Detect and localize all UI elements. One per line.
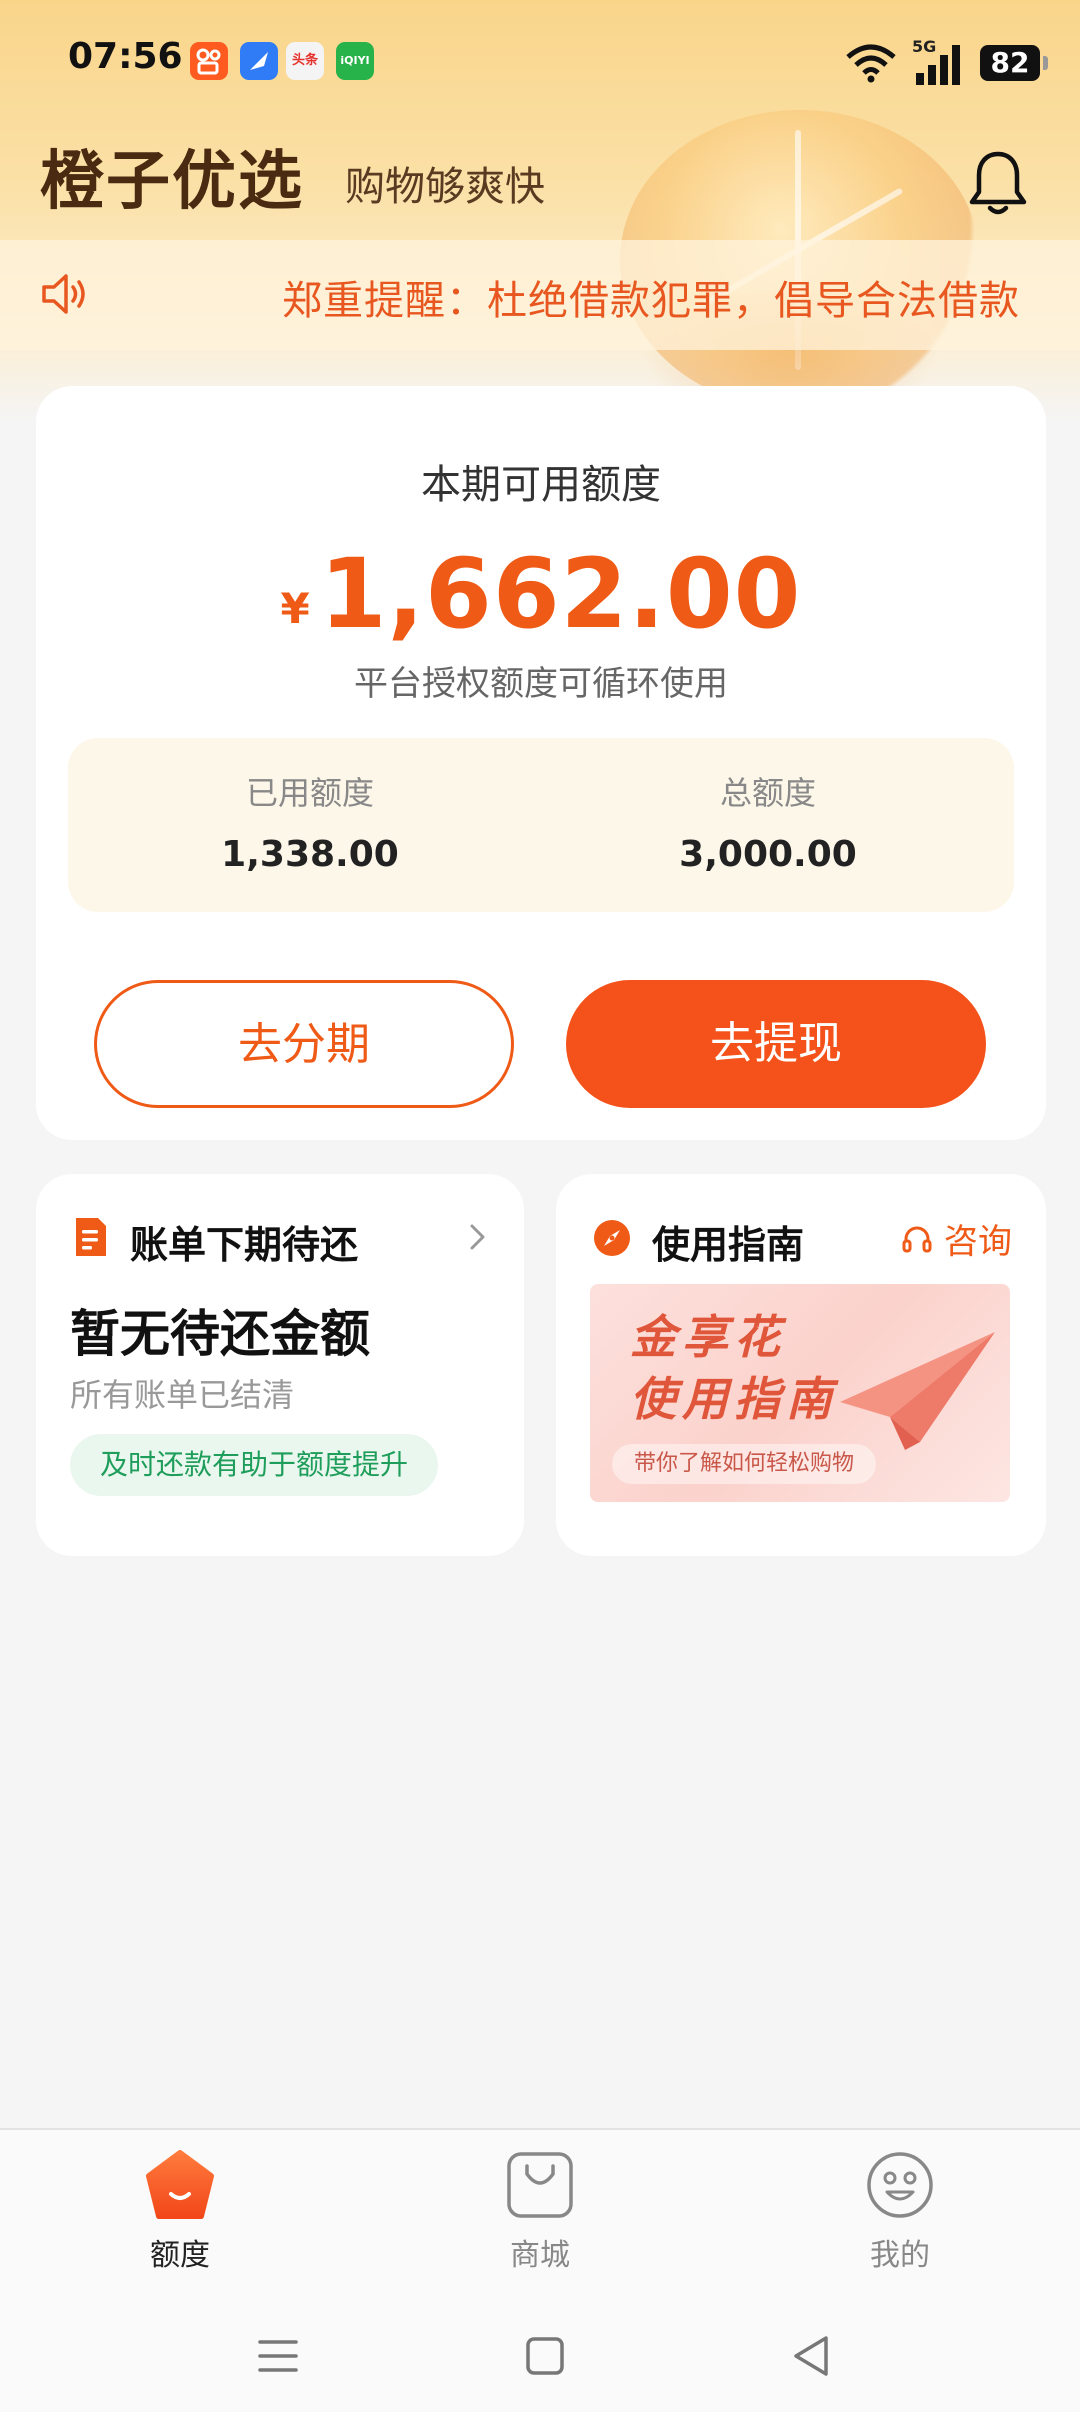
status-indicators: 5G 82 <box>844 37 1048 88</box>
guide-banner-pill: 带你了解如何轻松购物 <box>612 1444 877 1484</box>
app-slogan: 购物够爽快 <box>345 164 545 210</box>
credit-icon <box>146 2150 214 2219</box>
wifi-icon <box>846 44 896 83</box>
bill-amount-status: 暂无待还金额 <box>70 1305 370 1363</box>
nav-label-mine: 我的 <box>870 2238 930 2273</box>
credit-summary: 已用额度 1,338.00 总额度 3,000.00 <box>68 738 1014 912</box>
profile-face-icon <box>867 2152 933 2218</box>
chevron-right-icon[interactable] <box>464 1222 490 1252</box>
credit-title: 本期可用额度 <box>421 462 661 508</box>
cellular-signal-icon: 5G <box>912 37 966 85</box>
used-credit: 已用额度 1,338.00 <box>90 768 530 875</box>
guide-card[interactable]: 使用指南 咨询 金享花 使用指南 带你了解如何轻松购物 <box>556 1174 1046 1556</box>
browser-icon <box>240 42 278 80</box>
shopping-bag-icon <box>507 2152 573 2218</box>
guide-banner-title: 金享花 使用指南 <box>630 1306 838 1430</box>
guide-banner-line-2: 使用指南 <box>630 1372 838 1426</box>
currency-symbol: ¥ <box>280 584 310 633</box>
bill-title: 账单下期待还 <box>130 1223 359 1267</box>
nav-item-credit[interactable]: 额度 <box>80 2150 280 2274</box>
battery-indicator: 82 <box>980 45 1048 81</box>
bill-settled-note: 所有账单已结清 <box>70 1376 295 1414</box>
app-title: 橙子优选 <box>40 145 304 219</box>
bill-card[interactable]: 账单下期待还 暂无待还金额 所有账单已结清 及时还款有助于额度提升 <box>36 1174 524 1556</box>
guide-title: 使用指南 <box>652 1223 805 1267</box>
toutiao-icon: 头条 <box>286 42 324 80</box>
compass-icon <box>594 1220 630 1256</box>
nav-item-mine[interactable]: 我的 <box>800 2150 1000 2274</box>
status-time: 07:56 <box>68 36 183 77</box>
credit-note: 平台授权额度可循环使用 <box>354 664 728 704</box>
status-bar: 07:56 头条 iQIYI 5G 82 <box>0 30 1080 96</box>
repayment-tip-badge: 及时还款有助于额度提升 <box>70 1434 439 1496</box>
notice-bar[interactable]: 郑重提醒：杜绝借款犯罪，倡导合法借款 <box>0 240 1080 350</box>
kuaishou-icon <box>190 42 228 80</box>
headset-icon <box>902 1226 932 1252</box>
available-amount: ¥1,662.00 <box>36 538 1046 650</box>
credit-card: 本期可用额度 ¥1,662.00 平台授权额度可循环使用 已用额度 1,338.… <box>36 386 1046 1140</box>
guide-banner[interactable]: 金享花 使用指南 带你了解如何轻松购物 <box>590 1284 1010 1502</box>
consult-button[interactable]: 咨询 <box>900 1214 1012 1263</box>
bell-icon[interactable] <box>966 148 1030 218</box>
iqiyi-icon: iQIYI <box>336 42 374 80</box>
menu-icon[interactable] <box>248 2326 308 2386</box>
back-icon[interactable] <box>782 2326 842 2386</box>
installment-button[interactable]: 去分期 <box>94 980 514 1108</box>
consult-label: 咨询 <box>944 1222 1012 1262</box>
used-credit-label: 已用额度 <box>245 774 374 812</box>
home-icon[interactable] <box>515 2326 575 2386</box>
total-credit-value: 3,000.00 <box>679 834 857 875</box>
nav-label-credit: 额度 <box>150 2238 210 2273</box>
nav-label-mall: 商城 <box>510 2238 570 2273</box>
speaker-icon <box>42 274 85 314</box>
app-header: 橙子优选 购物够爽快 <box>40 130 1040 220</box>
bottom-navigation: 额度 商城 我的 <box>0 2128 1080 2412</box>
withdraw-button[interactable]: 去提现 <box>566 980 986 1108</box>
nav-item-mall[interactable]: 商城 <box>440 2150 640 2274</box>
total-credit: 总额度 3,000.00 <box>548 768 988 875</box>
used-credit-value: 1,338.00 <box>221 834 399 875</box>
guide-banner-line-1: 金享花 <box>630 1310 786 1364</box>
notice-text: 郑重提醒：杜绝借款犯罪，倡导合法借款 <box>282 278 1020 324</box>
total-credit-label: 总额度 <box>719 774 816 812</box>
paper-plane-icon <box>840 1332 995 1450</box>
available-amount-value: 1,662.00 <box>319 538 802 650</box>
